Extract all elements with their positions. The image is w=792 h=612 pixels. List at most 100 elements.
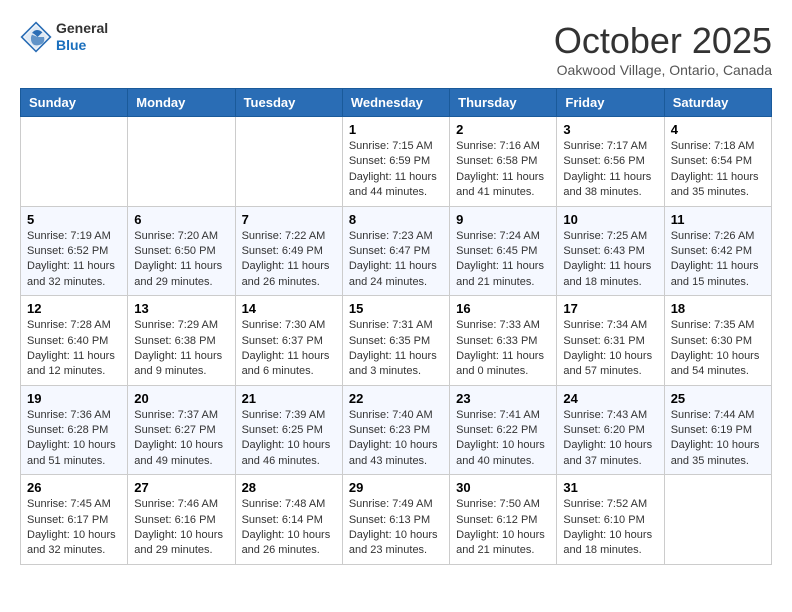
day-number: 19 — [27, 391, 121, 406]
day-cell: 1 Sunrise: 7:15 AMSunset: 6:59 PMDaylight… — [342, 117, 449, 207]
day-info: Sunrise: 7:23 AMSunset: 6:47 PMDaylight:… — [349, 229, 443, 291]
day-info: Sunrise: 7:41 AMSunset: 6:22 PMDaylight:… — [456, 408, 550, 470]
day-info: Sunrise: 7:24 AMSunset: 6:45 PMDaylight:… — [456, 229, 550, 291]
day-number: 11 — [671, 212, 765, 227]
weekday-header-friday: Friday — [557, 89, 664, 117]
logo-general: General — [56, 20, 108, 37]
day-number: 27 — [134, 480, 228, 495]
day-cell: 21 Sunrise: 7:39 AMSunset: 6:25 PMDayligh… — [235, 385, 342, 475]
day-number: 15 — [349, 301, 443, 316]
day-cell: 12 Sunrise: 7:28 AMSunset: 6:40 PMDayligh… — [21, 296, 128, 386]
day-info: Sunrise: 7:26 AMSunset: 6:42 PMDaylight:… — [671, 229, 765, 291]
day-cell: 16Sunrise: 7:33 AMSunset: 6:33 PMDayligh… — [450, 296, 557, 386]
day-info: Sunrise: 7:39 AMSunset: 6:25 PMDaylight:… — [242, 408, 336, 470]
day-cell: 19 Sunrise: 7:36 AMSunset: 6:28 PMDayligh… — [21, 385, 128, 475]
day-info: Sunrise: 7:29 AMSunset: 6:38 PMDaylight:… — [134, 318, 228, 380]
page-header: General Blue October 2025 Oakwood Villag… — [20, 20, 772, 78]
day-cell: 24Sunrise: 7:43 AMSunset: 6:20 PMDayligh… — [557, 385, 664, 475]
day-info: Sunrise: 7:36 AMSunset: 6:28 PMDaylight:… — [27, 408, 121, 470]
day-cell: 23 Sunrise: 7:41 AMSunset: 6:22 PMDayligh… — [450, 385, 557, 475]
day-cell: 2Sunrise: 7:16 AMSunset: 6:58 PMDaylight… — [450, 117, 557, 207]
day-number: 18 — [671, 301, 765, 316]
day-number: 9 — [456, 212, 550, 227]
day-number: 12 — [27, 301, 121, 316]
day-number: 22 — [349, 391, 443, 406]
day-cell: 5 Sunrise: 7:19 AMSunset: 6:52 PMDaylight… — [21, 206, 128, 296]
day-cell: 29 Sunrise: 7:49 AMSunset: 6:13 PMDayligh… — [342, 475, 449, 565]
day-info: Sunrise: 7:19 AMSunset: 6:52 PMDaylight:… — [27, 229, 121, 291]
day-number: 10 — [563, 212, 657, 227]
day-cell: 17 Sunrise: 7:34 AMSunset: 6:31 PMDayligh… — [557, 296, 664, 386]
day-number: 24 — [563, 391, 657, 406]
day-cell: 30 Sunrise: 7:50 AMSunset: 6:12 PMDayligh… — [450, 475, 557, 565]
day-cell — [21, 117, 128, 207]
day-info: Sunrise: 7:40 AMSunset: 6:23 PMDaylight:… — [349, 408, 443, 470]
day-info: Sunrise: 7:15 AMSunset: 6:59 PMDaylight:… — [349, 139, 443, 201]
day-number: 7 — [242, 212, 336, 227]
day-info: Sunrise: 7:48 AMSunset: 6:14 PMDaylight:… — [242, 497, 336, 559]
day-cell: 9 Sunrise: 7:24 AMSunset: 6:45 PMDaylight… — [450, 206, 557, 296]
day-info: Sunrise: 7:30 AMSunset: 6:37 PMDaylight:… — [242, 318, 336, 380]
day-cell: 13Sunrise: 7:29 AMSunset: 6:38 PMDayligh… — [128, 296, 235, 386]
day-info: Sunrise: 7:25 AMSunset: 6:43 PMDaylight:… — [563, 229, 657, 291]
day-cell: 3 Sunrise: 7:17 AMSunset: 6:56 PMDaylight… — [557, 117, 664, 207]
day-cell: 6Sunrise: 7:20 AMSunset: 6:50 PMDaylight… — [128, 206, 235, 296]
day-cell: 8Sunrise: 7:23 AMSunset: 6:47 PMDaylight… — [342, 206, 449, 296]
day-info: Sunrise: 7:16 AMSunset: 6:58 PMDaylight:… — [456, 139, 550, 201]
day-number: 21 — [242, 391, 336, 406]
weekday-header-row: SundayMondayTuesdayWednesdayThursdayFrid… — [21, 89, 772, 117]
day-number: 3 — [563, 122, 657, 137]
weekday-header-wednesday: Wednesday — [342, 89, 449, 117]
day-cell: 10 Sunrise: 7:25 AMSunset: 6:43 PMDayligh… — [557, 206, 664, 296]
day-info: Sunrise: 7:22 AMSunset: 6:49 PMDaylight:… — [242, 229, 336, 291]
day-info: Sunrise: 7:17 AMSunset: 6:56 PMDaylight:… — [563, 139, 657, 201]
day-cell: 7 Sunrise: 7:22 AMSunset: 6:49 PMDaylight… — [235, 206, 342, 296]
weekday-header-tuesday: Tuesday — [235, 89, 342, 117]
day-number: 20 — [134, 391, 228, 406]
week-row-4: 19 Sunrise: 7:36 AMSunset: 6:28 PMDayligh… — [21, 385, 772, 475]
day-number: 17 — [563, 301, 657, 316]
day-number: 31 — [563, 480, 657, 495]
weekday-header-thursday: Thursday — [450, 89, 557, 117]
day-cell: 25Sunrise: 7:44 AMSunset: 6:19 PMDayligh… — [664, 385, 771, 475]
day-cell: 4Sunrise: 7:18 AMSunset: 6:54 PMDaylight… — [664, 117, 771, 207]
day-info: Sunrise: 7:20 AMSunset: 6:50 PMDaylight:… — [134, 229, 228, 291]
day-info: Sunrise: 7:49 AMSunset: 6:13 PMDaylight:… — [349, 497, 443, 559]
day-info: Sunrise: 7:28 AMSunset: 6:40 PMDaylight:… — [27, 318, 121, 380]
title-block: October 2025 Oakwood Village, Ontario, C… — [554, 20, 772, 78]
day-info: Sunrise: 7:34 AMSunset: 6:31 PMDaylight:… — [563, 318, 657, 380]
day-number: 1 — [349, 122, 443, 137]
weekday-header-sunday: Sunday — [21, 89, 128, 117]
day-cell: 31 Sunrise: 7:52 AMSunset: 6:10 PMDayligh… — [557, 475, 664, 565]
day-cell: 26Sunrise: 7:45 AMSunset: 6:17 PMDayligh… — [21, 475, 128, 565]
day-number: 30 — [456, 480, 550, 495]
day-number: 29 — [349, 480, 443, 495]
weekday-header-saturday: Saturday — [664, 89, 771, 117]
day-number: 23 — [456, 391, 550, 406]
week-row-5: 26Sunrise: 7:45 AMSunset: 6:17 PMDayligh… — [21, 475, 772, 565]
day-cell: 18 Sunrise: 7:35 AMSunset: 6:30 PMDayligh… — [664, 296, 771, 386]
day-cell: 20 Sunrise: 7:37 AMSunset: 6:27 PMDayligh… — [128, 385, 235, 475]
week-row-1: 1 Sunrise: 7:15 AMSunset: 6:59 PMDaylight… — [21, 117, 772, 207]
day-info: Sunrise: 7:44 AMSunset: 6:19 PMDaylight:… — [671, 408, 765, 470]
day-info: Sunrise: 7:35 AMSunset: 6:30 PMDaylight:… — [671, 318, 765, 380]
day-number: 4 — [671, 122, 765, 137]
day-cell: 14 Sunrise: 7:30 AMSunset: 6:37 PMDayligh… — [235, 296, 342, 386]
logo-blue: Blue — [56, 37, 108, 54]
day-info: Sunrise: 7:52 AMSunset: 6:10 PMDaylight:… — [563, 497, 657, 559]
day-number: 14 — [242, 301, 336, 316]
day-number: 5 — [27, 212, 121, 227]
logo-icon — [20, 21, 52, 53]
week-row-3: 12 Sunrise: 7:28 AMSunset: 6:40 PMDayligh… — [21, 296, 772, 386]
week-row-2: 5 Sunrise: 7:19 AMSunset: 6:52 PMDaylight… — [21, 206, 772, 296]
weekday-header-monday: Monday — [128, 89, 235, 117]
logo-text: General Blue — [56, 20, 108, 54]
day-info: Sunrise: 7:33 AMSunset: 6:33 PMDaylight:… — [456, 318, 550, 380]
day-number: 26 — [27, 480, 121, 495]
day-cell: 28Sunrise: 7:48 AMSunset: 6:14 PMDayligh… — [235, 475, 342, 565]
day-info: Sunrise: 7:37 AMSunset: 6:27 PMDaylight:… — [134, 408, 228, 470]
day-cell — [128, 117, 235, 207]
day-cell: 11 Sunrise: 7:26 AMSunset: 6:42 PMDayligh… — [664, 206, 771, 296]
day-info: Sunrise: 7:50 AMSunset: 6:12 PMDaylight:… — [456, 497, 550, 559]
calendar-table: SundayMondayTuesdayWednesdayThursdayFrid… — [20, 88, 772, 565]
